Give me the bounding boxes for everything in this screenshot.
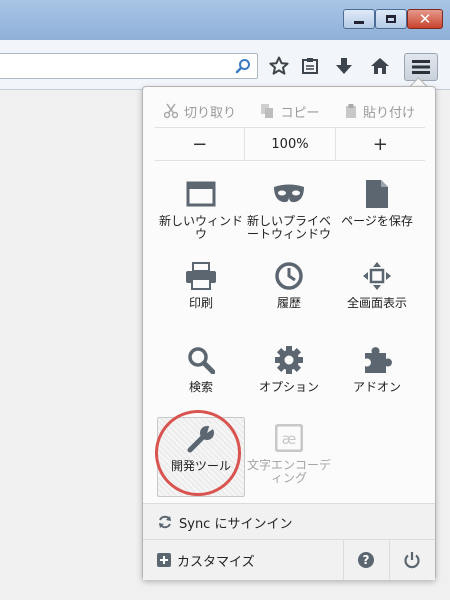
navigation-toolbar xyxy=(0,40,450,90)
save-page-icon xyxy=(366,180,388,208)
character-encoding-label: 文字エンコーディング xyxy=(246,459,331,485)
history-label: 履歴 xyxy=(276,297,301,310)
addons-puzzle-icon xyxy=(365,347,392,373)
fullscreen-icon xyxy=(363,262,391,290)
maximize-icon xyxy=(386,15,396,23)
zoom-out-button[interactable]: − xyxy=(155,128,244,160)
page-content-area xyxy=(0,90,142,600)
fullscreen-button[interactable]: 全画面表示 xyxy=(333,255,421,335)
print-label: 印刷 xyxy=(188,297,213,310)
sync-signin-row[interactable]: Sync にサインイン xyxy=(143,503,435,540)
new-window-button[interactable]: 新しいウィンドウ xyxy=(157,173,245,253)
address-bar[interactable] xyxy=(0,53,258,79)
sync-signin-label: Sync にサインイン xyxy=(179,516,293,532)
zoom-controls: − 100% + xyxy=(155,127,425,161)
minimize-button[interactable] xyxy=(343,9,375,29)
new-window-icon xyxy=(186,181,216,207)
zoom-out-label: − xyxy=(192,133,208,155)
paste-button[interactable]: 貼り付け xyxy=(335,97,425,125)
edit-controls: 切り取り コピー 貼り付け xyxy=(155,97,425,125)
svg-text:?: ? xyxy=(363,553,370,567)
maximize-button[interactable] xyxy=(375,9,407,29)
close-button[interactable]: ✕ xyxy=(407,9,443,29)
print-button[interactable]: 印刷 xyxy=(157,255,245,335)
svg-text:æ: æ xyxy=(282,430,297,448)
download-icon[interactable] xyxy=(332,55,356,77)
power-icon xyxy=(404,552,420,569)
history-icon xyxy=(275,262,303,290)
paste-label: 貼り付け xyxy=(362,105,415,121)
quit-button[interactable] xyxy=(389,540,434,580)
hamburger-menu-icon xyxy=(412,60,430,74)
main-menu-panel: 切り取り コピー 貼り付け − 100% + 新しいウィンドウ 新しいプライベー… xyxy=(142,86,436,580)
options-gear-icon xyxy=(275,346,303,374)
close-icon: ✕ xyxy=(418,9,432,28)
cut-scissors-icon xyxy=(163,103,178,119)
minimize-icon xyxy=(354,20,364,24)
find-label: 検索 xyxy=(188,381,213,394)
new-private-window-button[interactable]: 新しいプライベートウィンドウ xyxy=(245,173,333,253)
new-private-window-label: 新しいプライベートウィンドウ xyxy=(246,215,331,241)
copy-label: コピー xyxy=(280,105,320,121)
home-icon[interactable] xyxy=(368,55,392,77)
zoom-level: 100% xyxy=(271,136,309,152)
search-icon[interactable] xyxy=(235,58,251,74)
bookmark-star-icon[interactable] xyxy=(267,55,291,77)
zoom-reset-button[interactable]: 100% xyxy=(244,128,336,160)
cut-button[interactable]: 切り取り xyxy=(155,97,245,125)
help-icon: ? xyxy=(358,552,374,568)
copy-button[interactable]: コピー xyxy=(245,97,335,125)
new-window-label: 新しいウィンドウ xyxy=(158,215,243,241)
copy-icon xyxy=(261,104,274,118)
search-icon xyxy=(188,347,215,374)
help-button[interactable]: ? xyxy=(343,540,388,580)
character-encoding-button[interactable]: æ 文字エンコーディング xyxy=(245,417,333,497)
fullscreen-label: 全画面表示 xyxy=(346,297,407,310)
options-button[interactable]: オプション xyxy=(245,339,333,419)
sync-icon xyxy=(159,515,171,529)
history-button[interactable]: 履歴 xyxy=(245,255,333,335)
developer-wrench-icon xyxy=(187,424,216,453)
find-button[interactable]: 検索 xyxy=(157,339,245,419)
customize-row: カスタマイズ ? xyxy=(143,539,435,580)
zoom-in-label: + xyxy=(372,133,388,155)
paste-clipboard-icon xyxy=(345,104,356,118)
reading-list-icon[interactable] xyxy=(298,55,322,77)
window-titlebar: ✕ xyxy=(0,0,450,40)
developer-tools-label: 開発ツール xyxy=(170,460,231,473)
customize-plus-icon xyxy=(157,553,171,567)
customize-label: カスタマイズ xyxy=(177,554,255,570)
save-page-label: ページを保存 xyxy=(341,215,413,228)
open-menu-button[interactable] xyxy=(404,53,438,81)
addons-label: アドオン xyxy=(352,381,401,394)
character-encoding-icon: æ xyxy=(275,424,303,452)
private-window-icon xyxy=(274,184,304,203)
options-label: オプション xyxy=(258,381,319,394)
developer-tools-button[interactable]: 開発ツール xyxy=(157,417,245,497)
zoom-in-button[interactable]: + xyxy=(336,128,425,160)
addons-button[interactable]: アドオン xyxy=(333,339,421,419)
save-page-button[interactable]: ページを保存 xyxy=(333,173,421,253)
print-icon xyxy=(186,262,216,290)
customize-button[interactable]: カスタマイズ xyxy=(157,540,255,580)
cut-label: 切り取り xyxy=(183,105,236,121)
